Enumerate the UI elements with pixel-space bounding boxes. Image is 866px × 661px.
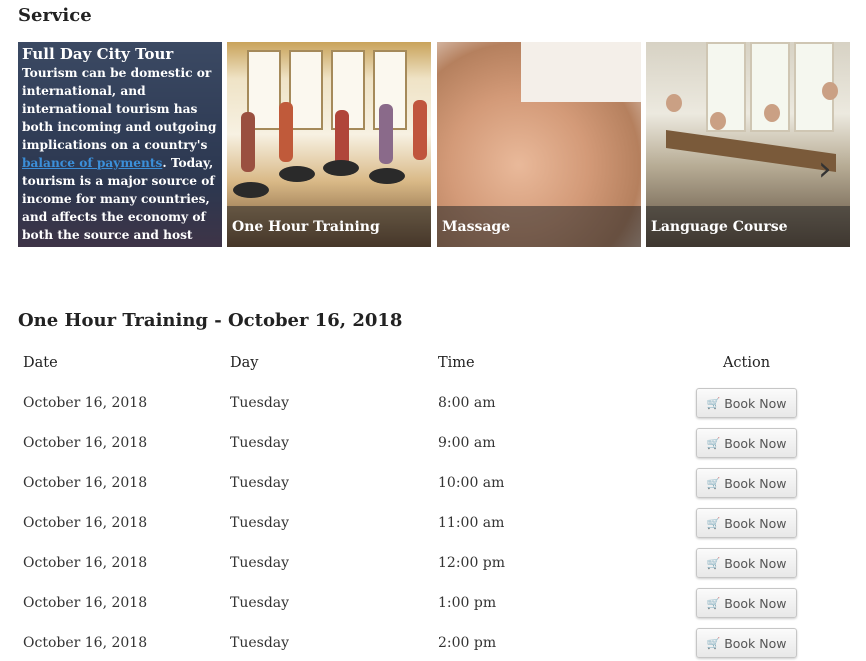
cart-icon: 🛒 — [706, 476, 721, 490]
schedule-title: One Hour Training - October 16, 2018 — [18, 310, 403, 331]
book-now-button[interactable]: 🛒 Book Now — [696, 548, 797, 578]
table-row: October 16, 2018 Tuesday 10:00 am 🛒 Book Now — [18, 463, 848, 503]
book-now-button[interactable]: 🛒 Book Now — [696, 428, 797, 458]
table-header-row: Date Day Time Action — [18, 343, 848, 383]
schedule-table: Date Day Time Action October 16, 2018 Tue… — [18, 343, 848, 661]
header-action: Action — [722, 355, 771, 371]
balance-of-payments-link[interactable]: balance of payments — [22, 156, 162, 170]
row-time: 9:00 am — [438, 435, 496, 451]
cart-icon: 🛒 — [706, 596, 721, 610]
table-row: October 16, 2018 Tuesday 9:00 am 🛒 Book Now — [18, 423, 848, 463]
book-now-label: Book Now — [724, 555, 787, 571]
cart-icon: 🛒 — [706, 516, 721, 530]
service-description: Tourism can be domestic or international… — [22, 64, 218, 247]
header-time: Time — [438, 355, 475, 371]
row-time: 1:00 pm — [438, 595, 497, 611]
service-card-massage[interactable]: Massage — [437, 42, 641, 247]
table-row: October 16, 2018 Tuesday 2:00 pm 🛒 Book Now — [18, 623, 848, 661]
row-date: October 16, 2018 — [23, 635, 148, 651]
table-row: October 16, 2018 Tuesday 1:00 pm 🛒 Book Now — [18, 583, 848, 623]
row-action: 🛒 Book Now — [645, 623, 848, 661]
service-card-training[interactable]: One Hour Training — [227, 42, 431, 247]
row-action: 🛒 Book Now — [645, 383, 848, 423]
book-now-label: Book Now — [724, 595, 787, 611]
row-action: 🛒 Book Now — [645, 543, 848, 583]
row-time: 11:00 am — [438, 515, 505, 531]
row-date: October 16, 2018 — [23, 435, 148, 451]
row-day: Tuesday — [230, 515, 290, 531]
cart-icon: 🛒 — [706, 556, 721, 570]
table-row: October 16, 2018 Tuesday 8:00 am 🛒 Book Now — [18, 383, 848, 423]
book-now-button[interactable]: 🛒 Book Now — [696, 628, 797, 658]
service-title: One Hour Training — [227, 206, 431, 247]
book-now-button[interactable]: 🛒 Book Now — [696, 508, 797, 538]
row-date: October 16, 2018 — [23, 595, 148, 611]
row-time: 10:00 am — [438, 475, 505, 491]
service-description-overlay: Full Day City Tour Tourism can be domest… — [18, 42, 222, 247]
service-card-language-course[interactable]: › Language Course — [646, 42, 850, 247]
row-date: October 16, 2018 — [23, 555, 148, 571]
row-day: Tuesday — [230, 475, 290, 491]
row-day: Tuesday — [230, 595, 290, 611]
description-text: Tourism can be domestic or international… — [22, 66, 217, 152]
row-date: October 16, 2018 — [23, 395, 148, 411]
service-card-city-tour[interactable]: Full Day City Tour Tourism can be domest… — [18, 42, 222, 247]
book-now-label: Book Now — [724, 635, 787, 651]
row-day: Tuesday — [230, 395, 290, 411]
row-action: 🛒 Book Now — [645, 583, 848, 623]
cart-icon: 🛒 — [706, 396, 721, 410]
row-time: 8:00 am — [438, 395, 496, 411]
service-carousel: Full Day City Tour Tourism can be domest… — [18, 42, 850, 247]
header-date: Date — [23, 355, 58, 371]
service-title: Massage — [437, 206, 641, 247]
row-day: Tuesday — [230, 435, 290, 451]
table-row: October 16, 2018 Tuesday 12:00 pm 🛒 Book Now — [18, 543, 848, 583]
row-time: 2:00 pm — [438, 635, 497, 651]
row-day: Tuesday — [230, 635, 290, 651]
book-now-label: Book Now — [724, 515, 787, 531]
cart-icon: 🛒 — [706, 436, 721, 450]
row-date: October 16, 2018 — [23, 515, 148, 531]
book-now-button[interactable]: 🛒 Book Now — [696, 388, 797, 418]
row-action: 🛒 Book Now — [645, 463, 848, 503]
row-day: Tuesday — [230, 555, 290, 571]
book-now-label: Book Now — [724, 395, 787, 411]
service-title: Full Day City Tour — [22, 45, 174, 63]
row-action: 🛒 Book Now — [645, 503, 848, 543]
service-title: Language Course — [646, 206, 850, 247]
row-time: 12:00 pm — [438, 555, 506, 571]
book-now-label: Book Now — [724, 475, 787, 491]
section-title: Service — [18, 5, 92, 26]
book-now-label: Book Now — [724, 435, 787, 451]
cart-icon: 🛒 — [706, 636, 721, 650]
book-now-button[interactable]: 🛒 Book Now — [696, 468, 797, 498]
chevron-right-icon[interactable]: › — [818, 150, 840, 188]
header-day: Day — [230, 355, 259, 371]
row-action: 🛒 Book Now — [645, 423, 848, 463]
table-row: October 16, 2018 Tuesday 11:00 am 🛒 Book Now — [18, 503, 848, 543]
book-now-button[interactable]: 🛒 Book Now — [696, 588, 797, 618]
row-date: October 16, 2018 — [23, 475, 148, 491]
